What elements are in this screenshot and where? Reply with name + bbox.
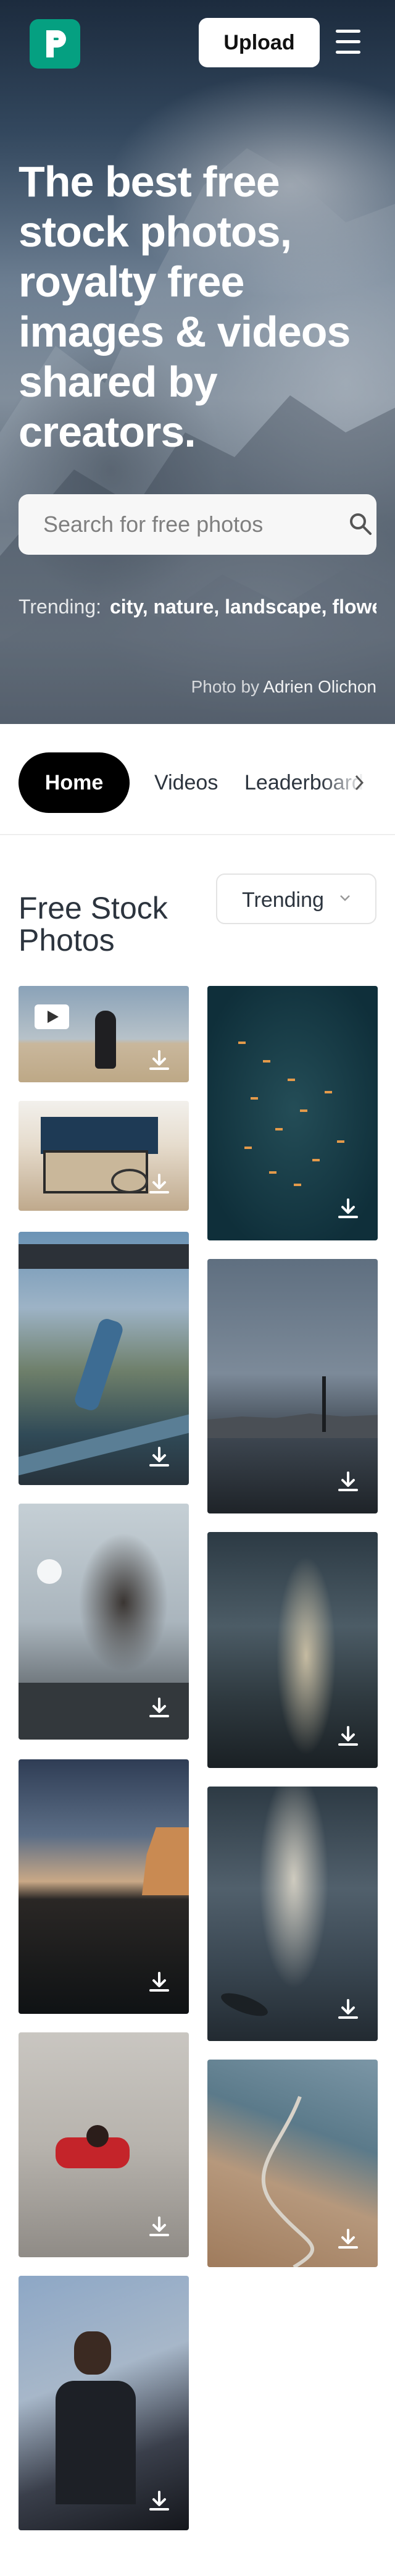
download-icon[interactable] xyxy=(147,2488,172,2513)
photo-card[interactable] xyxy=(19,2032,189,2257)
photo-card[interactable] xyxy=(19,1101,189,1211)
photo-card[interactable] xyxy=(207,1787,378,2041)
pexels-logo-icon[interactable] xyxy=(30,19,80,69)
search-icon[interactable] xyxy=(348,511,373,536)
trending-label: Trending: xyxy=(19,596,101,618)
download-icon[interactable] xyxy=(336,1997,360,2021)
download-icon[interactable] xyxy=(336,1196,360,1221)
credit-author-link[interactable]: Adrien Olichon xyxy=(263,677,376,696)
search-box xyxy=(19,494,376,555)
search-input[interactable] xyxy=(19,494,327,555)
download-icon[interactable] xyxy=(147,1695,172,1720)
photo-card[interactable] xyxy=(19,2276,189,2530)
photo-card[interactable] xyxy=(207,1259,378,1513)
download-icon[interactable] xyxy=(147,1969,172,1994)
upload-button[interactable]: Upload xyxy=(199,18,320,67)
download-icon[interactable] xyxy=(147,1444,172,1469)
photo-credit: Photo by Adrien Olichon xyxy=(191,677,376,697)
content-tabs: Home Videos Leaderboard xyxy=(0,724,395,835)
sort-dropdown[interactable]: Trending xyxy=(216,873,376,924)
play-icon xyxy=(35,1004,69,1029)
hero-title: The best free stock photos, royalty free… xyxy=(19,158,351,456)
photo-card[interactable] xyxy=(19,1504,189,1740)
download-icon[interactable] xyxy=(147,1048,172,1072)
trending-row: Trending: city, nature, landscape, flower… xyxy=(19,596,376,618)
trending-tags[interactable]: city, nature, landscape, flowers xyxy=(110,596,376,618)
download-icon[interactable] xyxy=(336,1469,360,1494)
video-thumbnail[interactable] xyxy=(19,986,189,1082)
section-title: Free Stock Photos xyxy=(19,891,168,958)
download-icon[interactable] xyxy=(336,1724,360,1748)
photo-card[interactable] xyxy=(207,986,378,1240)
tab-home[interactable]: Home xyxy=(19,752,130,813)
photo-card[interactable] xyxy=(19,1232,189,1485)
photo-card[interactable] xyxy=(207,2060,378,2267)
sort-value: Trending xyxy=(242,888,324,912)
chevron-right-icon[interactable] xyxy=(353,773,365,792)
hamburger-menu-icon[interactable] xyxy=(333,30,363,54)
chevron-down-icon xyxy=(340,895,350,901)
hero-banner: Upload The best free stock photos, royal… xyxy=(0,0,395,724)
download-icon[interactable] xyxy=(336,2226,360,2251)
download-icon[interactable] xyxy=(147,2214,172,2239)
tab-videos[interactable]: Videos xyxy=(154,752,218,813)
photo-card[interactable] xyxy=(19,1759,189,2014)
credit-prefix: Photo by xyxy=(191,677,260,696)
photo-card[interactable] xyxy=(207,1532,378,1768)
download-icon[interactable] xyxy=(147,1171,172,1196)
